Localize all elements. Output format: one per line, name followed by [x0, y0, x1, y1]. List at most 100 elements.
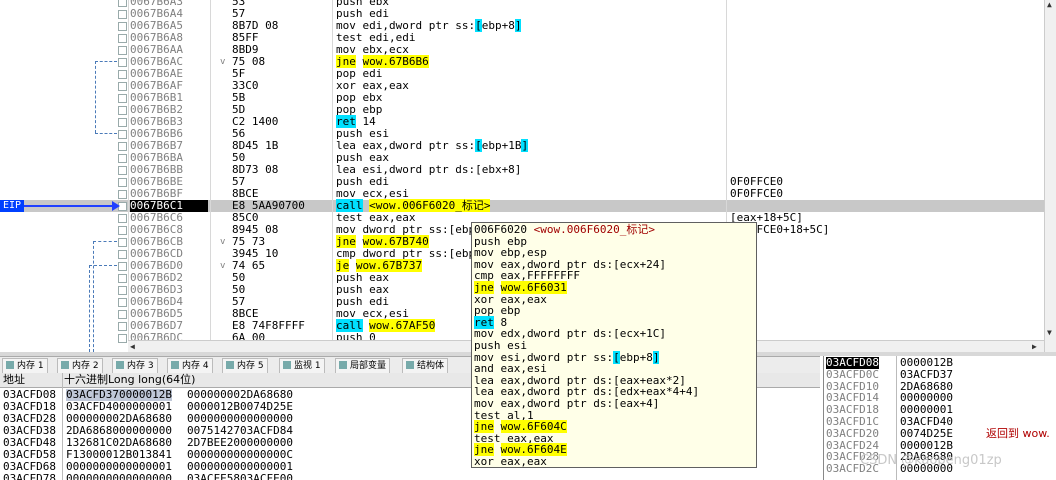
tooltip-line: xor eax,eax	[474, 456, 547, 468]
column-separator	[62, 373, 63, 480]
tab-3[interactable]: 内存 4	[167, 358, 213, 374]
tab-label: 内存 5	[237, 361, 264, 371]
breakpoint-marker[interactable]	[118, 70, 127, 79]
instr-bytes: 8D73 08	[232, 163, 279, 176]
instr-bytes: 8D45 1B	[232, 139, 279, 152]
tab-5[interactable]: 监视 1	[279, 358, 325, 374]
stack-value[interactable]: 0074D25E	[900, 427, 953, 440]
memory-icon	[116, 361, 124, 369]
instr-bytes: 53	[232, 0, 246, 8]
dump-header-hex[interactable]: 十六进制Long long(64位)	[64, 373, 195, 387]
breakpoint-marker[interactable]	[118, 214, 127, 223]
breakpoint-marker[interactable]	[118, 154, 127, 163]
instr-token: [	[475, 139, 482, 152]
dump-hex-cell[interactable]: 0000000000000000	[66, 473, 172, 480]
breakpoint-marker[interactable]	[118, 142, 127, 151]
tab-label: 内存 2	[72, 361, 99, 371]
breakpoint-marker[interactable]	[118, 46, 127, 55]
tab-6[interactable]: 局部变量	[335, 358, 391, 374]
breakpoint-marker[interactable]	[118, 262, 127, 271]
stack-comment: 返回到 wow.	[986, 426, 1050, 440]
jump-line	[95, 61, 117, 62]
instr-token: <wow.006F6020_标记>	[533, 223, 655, 236]
breakpoint-marker[interactable]	[118, 166, 127, 175]
breakpoint-marker[interactable]	[118, 118, 127, 127]
breakpoint-marker[interactable]	[118, 250, 127, 259]
column-separator	[128, 0, 129, 352]
tab-label: 内存 4	[182, 361, 209, 371]
jump-direction-icon: v	[220, 237, 226, 247]
breakpoint-marker[interactable]	[118, 274, 127, 283]
tab-label: 内存 3	[127, 361, 154, 371]
instr-bytes: C2 1400	[232, 115, 279, 128]
breakpoint-marker[interactable]	[118, 94, 127, 103]
dump-hex-cell[interactable]: 03ACFE5803ACFE00	[187, 473, 293, 480]
locals-icon	[339, 361, 347, 369]
tab-label: 监视 1	[294, 361, 321, 371]
breakpoint-marker[interactable]	[118, 58, 127, 67]
breakpoint-marker[interactable]	[118, 34, 127, 43]
watch-icon	[283, 361, 291, 369]
breakpoint-marker[interactable]	[118, 82, 127, 91]
scroll-right-icon[interactable]: ▶	[1032, 342, 1037, 351]
struct-icon	[406, 361, 414, 369]
breakpoint-marker[interactable]	[118, 22, 127, 31]
stack-value[interactable]: 03ACFD37	[900, 368, 953, 381]
tab-4[interactable]: 内存 5	[222, 358, 268, 374]
breakpoint-marker[interactable]	[118, 226, 127, 235]
tab-label: 结构体	[417, 361, 445, 371]
scroll-left-icon[interactable]: ◀	[130, 342, 135, 351]
instr-token: ]	[652, 350, 660, 364]
tab-7[interactable]: 结构体	[402, 358, 449, 374]
jump-line	[95, 133, 117, 134]
breakpoint-marker[interactable]	[118, 0, 127, 7]
jump-line	[95, 61, 96, 133]
dump-address[interactable]: 03ACFD78	[3, 473, 56, 480]
breakpoint-marker[interactable]	[118, 106, 127, 115]
code-preview-tooltip: 006F6020 <wow.006F6020_标记> push ebp mov eb…	[471, 222, 757, 468]
scroll-up-icon[interactable]: ▲	[1047, 0, 1052, 9]
breakpoint-marker[interactable]	[118, 238, 127, 247]
eip-label: EIP	[0, 200, 24, 212]
instr-comment: 0F0FFCE0	[730, 187, 783, 200]
breakpoint-marker[interactable]	[118, 190, 127, 199]
memory-icon	[6, 361, 14, 369]
instr-token: ]	[521, 139, 529, 152]
column-separator	[210, 0, 211, 352]
instr-bytes: 33C0	[232, 79, 259, 92]
breakpoint-marker[interactable]	[118, 298, 127, 307]
instr-bytes: 5B	[232, 91, 246, 104]
instr-token: xor eax,eax	[474, 455, 547, 468]
stack-address[interactable]: 03ACFD20	[826, 427, 879, 440]
breakpoint-marker[interactable]	[118, 10, 127, 19]
instr-bytes: 74 65	[232, 259, 266, 272]
breakpoint-marker[interactable]	[118, 286, 127, 295]
breakpoint-marker[interactable]	[118, 322, 127, 331]
memory-icon	[61, 361, 69, 369]
column-separator	[332, 0, 333, 352]
jump-direction-icon: v	[220, 261, 226, 271]
dump-header-address[interactable]: 地址	[3, 373, 25, 387]
jump-line	[89, 265, 117, 266]
memory-icon	[171, 361, 179, 369]
tab-0[interactable]: 内存 1	[2, 358, 48, 374]
tab-label: 内存 1	[17, 361, 44, 371]
tab-2[interactable]: 内存 3	[112, 358, 158, 374]
watermark: CSDN @kaopeng01zp	[860, 453, 1002, 468]
instr-bytes: 50	[232, 271, 246, 284]
tab-label: 局部变量	[350, 361, 387, 371]
instr-bytes: 50	[232, 283, 246, 296]
breakpoint-marker[interactable]	[118, 178, 127, 187]
breakpoint-marker[interactable]	[118, 130, 127, 139]
stack-address[interactable]: 03ACFD0C	[826, 368, 879, 381]
jump-line	[93, 241, 94, 352]
instr-token: ebp+1B	[481, 139, 522, 152]
tab-1[interactable]: 内存 2	[57, 358, 103, 374]
instr-token: ]	[514, 19, 522, 32]
instr-token: [	[475, 19, 482, 32]
scroll-down-icon[interactable]: ▼	[1047, 328, 1052, 337]
breakpoint-marker[interactable]	[118, 310, 127, 319]
breakpoint-marker[interactable]	[118, 334, 127, 343]
vertical-scrollbar[interactable]: ▲ ▼	[1044, 0, 1056, 352]
eip-arrow	[24, 205, 118, 207]
